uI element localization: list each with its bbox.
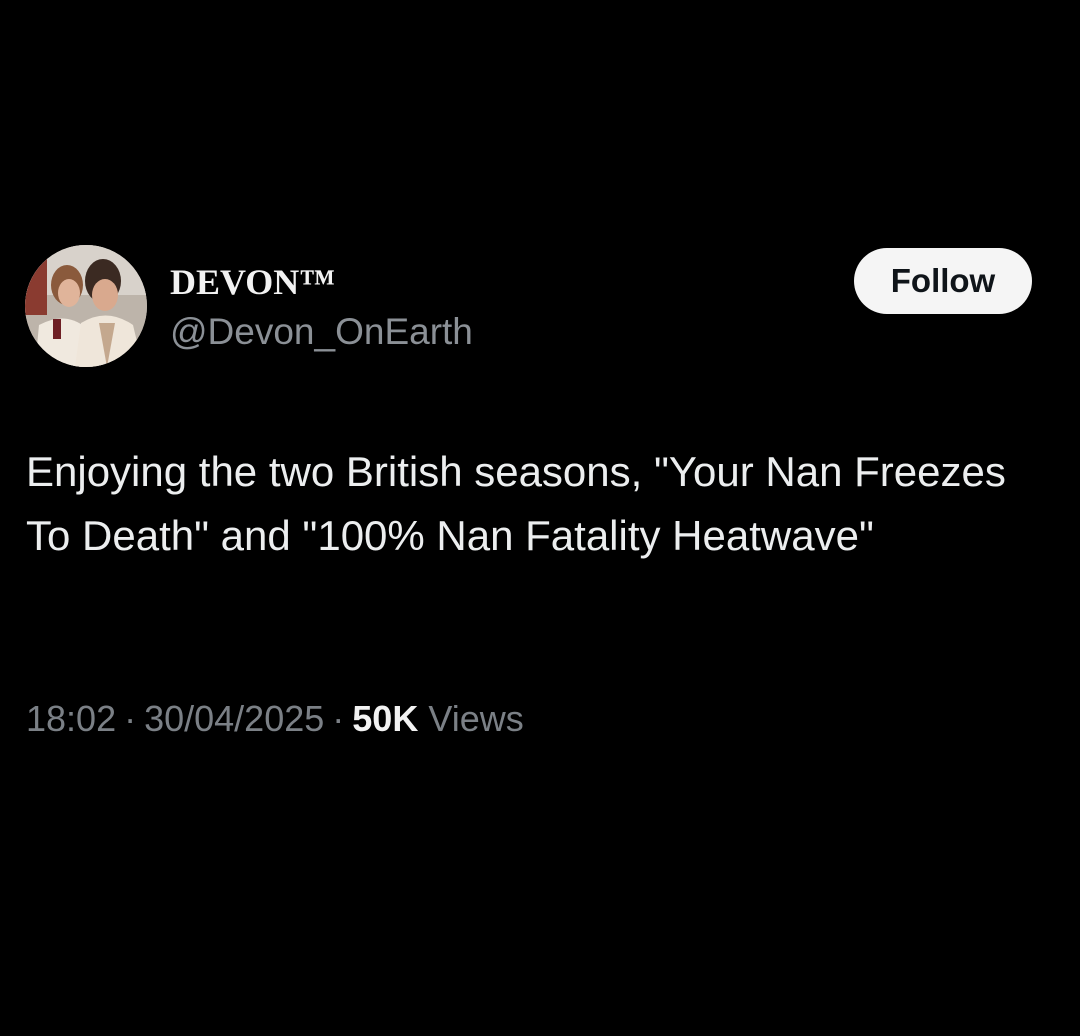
post-card: DEVON™ @Devon_OnEarth Follow Enjoying th… [0, 0, 1080, 1036]
views-label: Views [428, 698, 524, 739]
separator-dot: · [124, 698, 137, 739]
display-name[interactable]: DEVON™ [170, 262, 335, 302]
follow-button[interactable]: Follow [854, 248, 1032, 314]
avatar[interactable] [25, 245, 147, 367]
separator-dot: · [332, 698, 345, 739]
post-metadata: 18:02 · 30/04/2025 · 50K Views [26, 696, 524, 742]
user-handle[interactable]: @Devon_OnEarth [170, 311, 473, 353]
post-text: Enjoying the two British seasons, "Your … [26, 448, 1006, 559]
profile-photo-icon [25, 245, 147, 367]
post-time[interactable]: 18:02 [26, 698, 116, 739]
post-date[interactable]: 30/04/2025 [144, 698, 324, 739]
views-count[interactable]: 50K [352, 698, 418, 739]
